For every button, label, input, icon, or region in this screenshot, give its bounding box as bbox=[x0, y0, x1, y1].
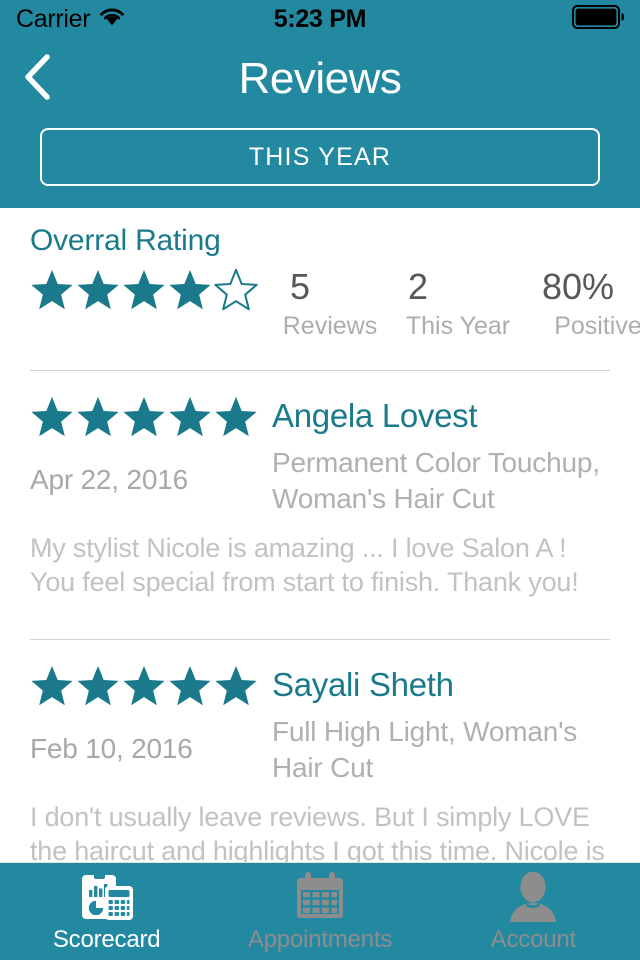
star-filled-icon bbox=[122, 664, 166, 713]
review-date: Feb 10, 2016 bbox=[30, 733, 193, 764]
review-date: Apr 22, 2016 bbox=[30, 464, 188, 495]
stat-positive: 80% Positive bbox=[528, 264, 640, 342]
star-filled-icon bbox=[168, 268, 212, 317]
overall-rating-title: Overral Rating bbox=[30, 224, 221, 257]
tab-label: Appointments bbox=[247, 925, 393, 953]
review-item[interactable]: Apr 22, 2016 Angela Lovest Permanent Col… bbox=[0, 371, 640, 599]
review-header: Feb 10, 2016 Sayali Sheth Full High Ligh… bbox=[30, 664, 610, 786]
tab-account[interactable]: Account bbox=[427, 863, 640, 960]
star-filled-icon bbox=[214, 664, 258, 713]
reviews-scroll-area[interactable]: Overral Rating 5 Reviews 2 This Year 80%… bbox=[0, 208, 640, 862]
tab-scorecard[interactable]: Scorecard bbox=[0, 863, 213, 960]
wifi-icon bbox=[99, 7, 125, 31]
scorecard-icon bbox=[79, 870, 135, 922]
review-stars bbox=[30, 664, 270, 713]
app-root: Carrier 5:23 PM Reviews THIS YEAR Overra… bbox=[0, 0, 640, 960]
status-bar-left: Carrier bbox=[16, 5, 125, 34]
this-year-filter-button[interactable]: THIS YEAR bbox=[40, 128, 600, 186]
star-filled-icon bbox=[30, 268, 74, 317]
status-bar: Carrier 5:23 PM bbox=[0, 0, 640, 38]
nav-bar: Reviews bbox=[0, 38, 640, 120]
stat-label: Reviews bbox=[282, 312, 378, 340]
review-details: Sayali Sheth Full High Light, Woman's Ha… bbox=[270, 664, 610, 786]
tab-label: Account bbox=[490, 925, 577, 953]
star-filled-icon bbox=[168, 395, 212, 444]
star-filled-icon bbox=[122, 395, 166, 444]
chevron-left-icon bbox=[22, 53, 52, 106]
battery-full-icon bbox=[572, 4, 625, 34]
review-meta: Apr 22, 2016 bbox=[30, 395, 270, 517]
review-body-text: I don't usually leave reviews. But I sim… bbox=[30, 802, 605, 862]
stat-label: Positive bbox=[554, 312, 640, 340]
star-filled-icon bbox=[214, 395, 258, 444]
filter-bar: THIS YEAR bbox=[0, 120, 640, 208]
star-filled-icon bbox=[168, 664, 212, 713]
overall-rating-row: 5 Reviews 2 This Year 80% Positive bbox=[30, 264, 640, 342]
back-button[interactable] bbox=[10, 52, 64, 106]
calendar-icon bbox=[293, 870, 347, 922]
stat-label: This Year bbox=[405, 312, 511, 340]
person-icon bbox=[508, 870, 558, 922]
stat-value: 2 bbox=[408, 266, 429, 307]
tab-bar: Scorecard Appointments Account bbox=[0, 862, 640, 960]
reviewer-name[interactable]: Angela Lovest bbox=[272, 397, 610, 435]
overall-rating-section: Overral Rating 5 Reviews 2 This Year 80%… bbox=[0, 208, 640, 342]
header: Carrier 5:23 PM Reviews THIS YEAR bbox=[0, 0, 640, 208]
reviewer-name[interactable]: Sayali Sheth bbox=[272, 666, 610, 704]
review-body-text: My stylist Nicole is amazing ... I love … bbox=[30, 533, 579, 597]
status-bar-right bbox=[572, 4, 625, 34]
stat-reviews: 5 Reviews bbox=[280, 264, 380, 342]
star-filled-icon bbox=[76, 664, 120, 713]
review-services: Permanent Color Touchup, Woman's Hair Cu… bbox=[272, 447, 600, 514]
review-header: Apr 22, 2016 Angela Lovest Permanent Col… bbox=[30, 395, 610, 517]
page-title: Reviews bbox=[238, 54, 402, 103]
star-filled-icon bbox=[30, 395, 74, 444]
tab-appointments[interactable]: Appointments bbox=[213, 863, 426, 960]
rating-stats: 5 Reviews 2 This Year 80% Positive bbox=[258, 264, 640, 342]
star-filled-icon bbox=[122, 268, 166, 317]
review-meta: Feb 10, 2016 bbox=[30, 664, 270, 786]
star-empty-icon bbox=[214, 268, 258, 317]
overall-rating-stars bbox=[30, 264, 258, 317]
review-stars bbox=[30, 395, 270, 444]
stat-value: 80% bbox=[542, 266, 615, 307]
star-filled-icon bbox=[76, 268, 120, 317]
star-filled-icon bbox=[30, 664, 74, 713]
stat-value: 5 bbox=[290, 266, 311, 307]
carrier-label: Carrier bbox=[16, 4, 91, 33]
review-services: Full High Light, Woman's Hair Cut bbox=[272, 716, 578, 783]
star-filled-icon bbox=[76, 395, 120, 444]
review-item[interactable]: Feb 10, 2016 Sayali Sheth Full High Ligh… bbox=[0, 640, 640, 862]
tab-label: Scorecard bbox=[52, 925, 161, 953]
review-details: Angela Lovest Permanent Color Touchup, W… bbox=[270, 395, 610, 517]
stat-this-year: 2 This Year bbox=[398, 264, 518, 342]
